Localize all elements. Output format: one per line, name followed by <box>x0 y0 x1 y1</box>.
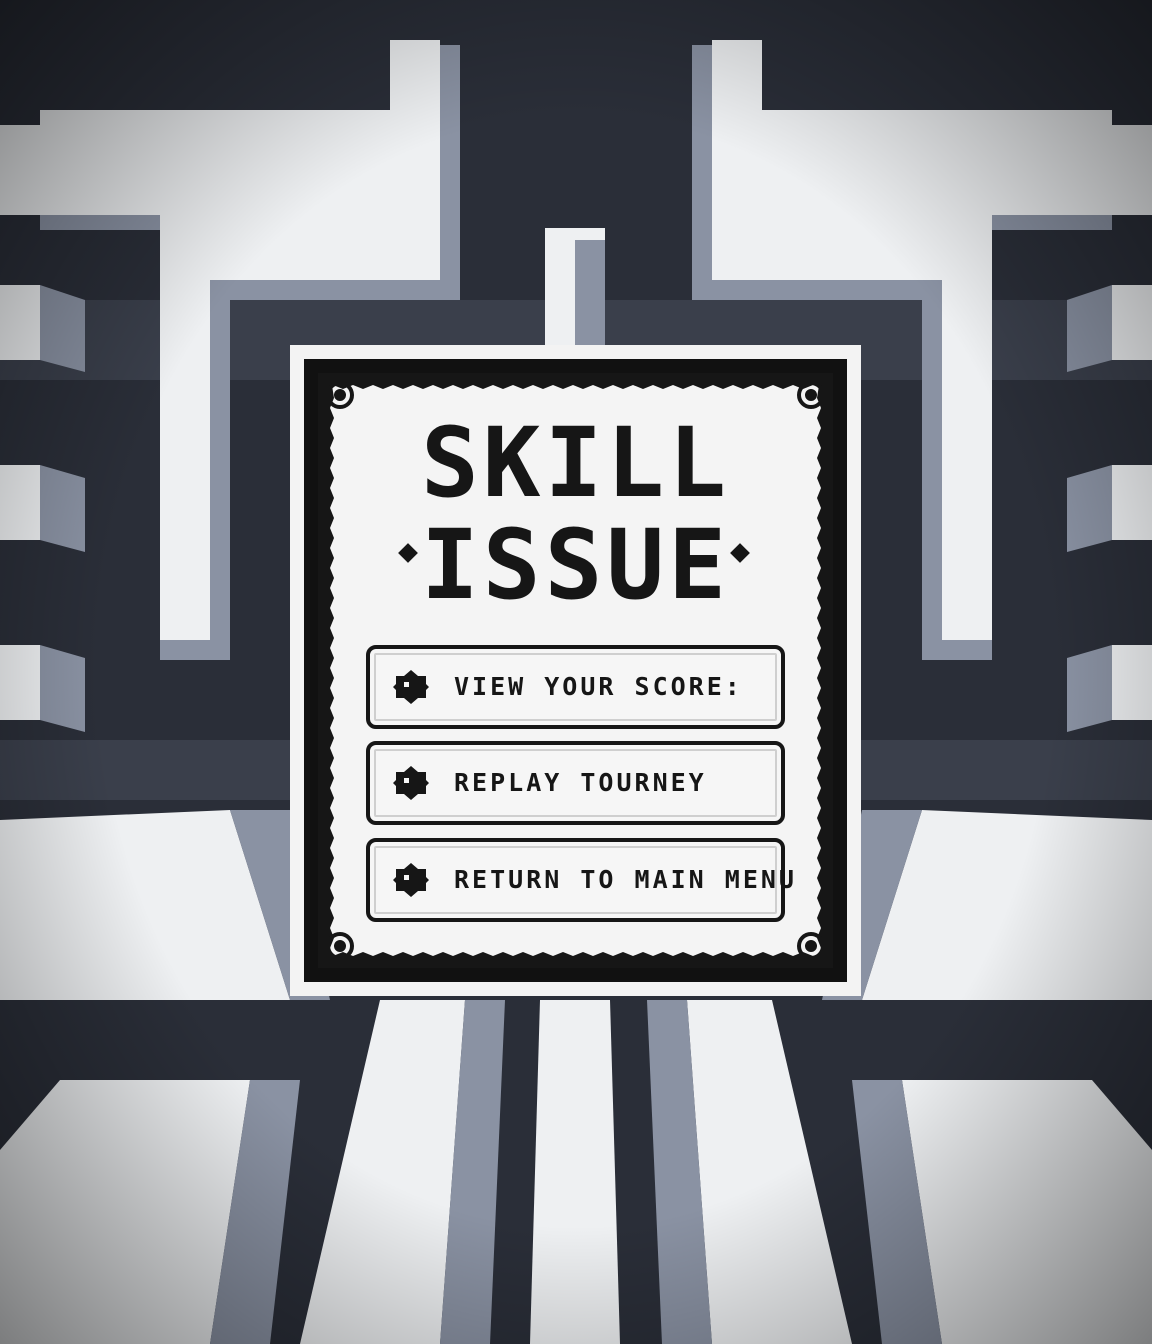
gem-bullet-icon <box>393 670 429 704</box>
return-to-main-menu-button[interactable]: RETURN TO MAIN MENU <box>366 838 794 922</box>
title-line-1: SKILL <box>421 407 730 519</box>
title-line-2: ISSUE <box>421 509 730 621</box>
view-score-button[interactable]: VIEW YOUR SCORE: <box>366 645 785 729</box>
replay-tourney-label: REPLAY TOURNEY <box>454 768 707 797</box>
return-to-main-menu-label: RETURN TO MAIN MENU <box>454 865 797 894</box>
gem-bullet-icon <box>393 863 429 897</box>
gem-bullet-icon <box>393 766 429 800</box>
game-screen: SKILL ISSUE VIEW YOUR SCORE: REPLAY TOUR… <box>0 0 1152 1344</box>
view-score-label: VIEW YOUR SCORE: <box>454 672 743 701</box>
replay-tourney-button[interactable]: REPLAY TOURNEY <box>366 741 785 825</box>
